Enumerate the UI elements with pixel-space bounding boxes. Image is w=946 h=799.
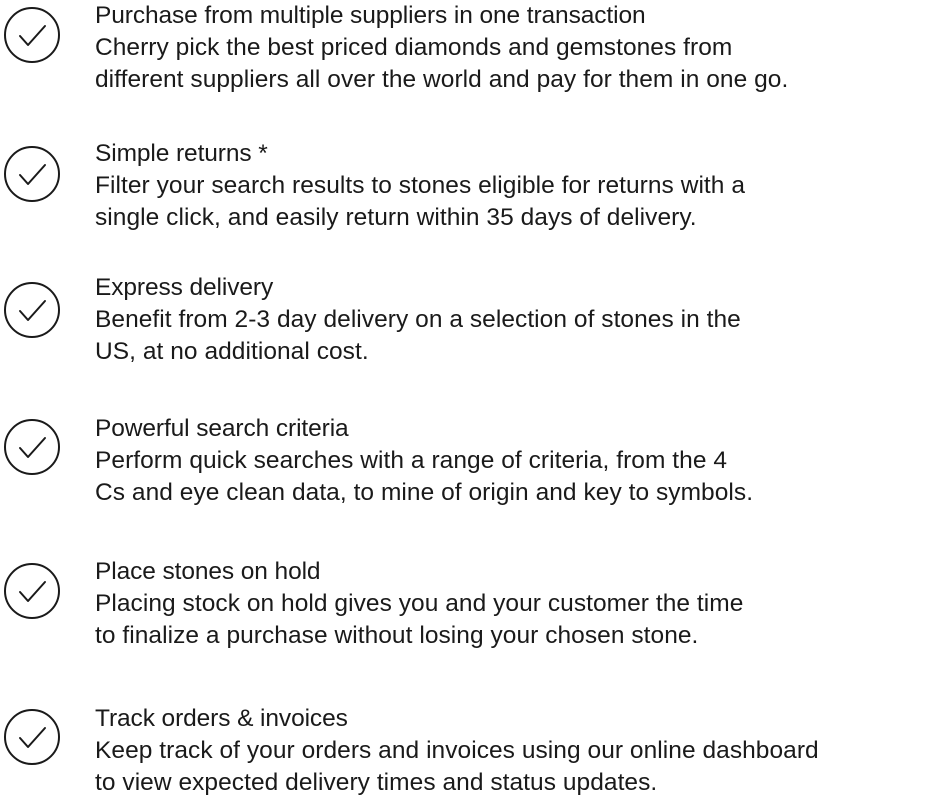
feature-title: Place stones on hold bbox=[95, 558, 321, 585]
check-circle-icon bbox=[3, 6, 61, 64]
feature-description: Placing stock on hold gives you and your… bbox=[95, 590, 744, 649]
check-circle-icon bbox=[3, 418, 61, 476]
feature-description: Cherry pick the best priced diamonds and… bbox=[95, 34, 789, 93]
feature-description: Keep track of your orders and invoices u… bbox=[95, 737, 819, 796]
check-circle-icon bbox=[3, 708, 61, 766]
check-circle-icon bbox=[3, 281, 61, 339]
feature-description: Perform quick searches with a range of c… bbox=[95, 447, 754, 506]
feature-title: Purchase from multiple suppliers in one … bbox=[95, 2, 646, 29]
feature-title: Powerful search criteria bbox=[95, 415, 349, 442]
feature-title: Express delivery bbox=[95, 274, 274, 301]
feature-description: Filter your search results to stones eli… bbox=[95, 172, 745, 231]
check-circle-icon bbox=[3, 562, 61, 620]
feature-title: Simple returns * bbox=[95, 140, 268, 167]
feature-title: Track orders & invoices bbox=[95, 705, 348, 732]
feature-description: Benefit from 2-3 day delivery on a selec… bbox=[95, 306, 741, 365]
check-circle-icon bbox=[3, 145, 61, 203]
